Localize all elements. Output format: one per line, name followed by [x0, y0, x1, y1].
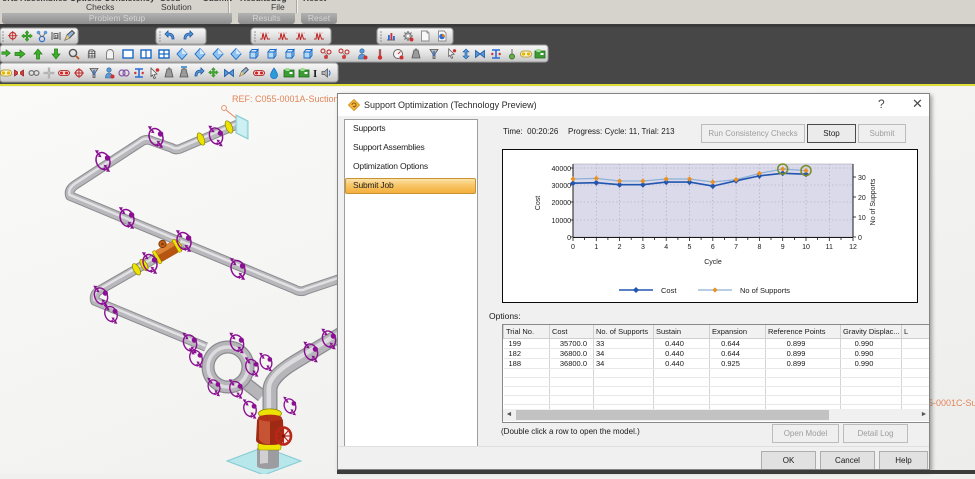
svg-text:5: 5 — [688, 244, 692, 251]
svg-text:11: 11 — [826, 244, 833, 251]
svg-text:30000: 30000 — [552, 183, 572, 190]
svg-text:8: 8 — [757, 244, 761, 251]
svg-text:Cycle: Cycle — [704, 259, 722, 266]
svg-text:10000: 10000 — [552, 218, 572, 225]
svg-text:10: 10 — [858, 215, 866, 222]
svg-text:0: 0 — [858, 235, 862, 242]
svg-text:6: 6 — [711, 244, 715, 251]
svg-text:40000: 40000 — [552, 166, 572, 173]
svg-text:30: 30 — [858, 175, 866, 182]
svg-text:20: 20 — [858, 195, 866, 202]
svg-text:10: 10 — [802, 244, 810, 251]
svg-text:9: 9 — [781, 244, 785, 251]
svg-text:Cost: Cost — [535, 196, 542, 210]
svg-text:12: 12 — [849, 244, 857, 251]
svg-text:2: 2 — [618, 244, 622, 251]
svg-text:20000: 20000 — [552, 200, 572, 207]
svg-text:I: I — [313, 68, 317, 80]
svg-text:3: 3 — [641, 244, 645, 251]
svg-text:No of Supports: No of Supports — [740, 286, 790, 295]
svg-text:0: 0 — [571, 244, 575, 251]
svg-text:Cost: Cost — [661, 286, 677, 295]
svg-text:No of Supports: No of Supports — [870, 178, 877, 225]
svg-text:1: 1 — [594, 244, 598, 251]
svg-text:4: 4 — [664, 244, 668, 251]
svg-text:0: 0 — [567, 235, 571, 242]
svg-text:7: 7 — [734, 244, 738, 251]
